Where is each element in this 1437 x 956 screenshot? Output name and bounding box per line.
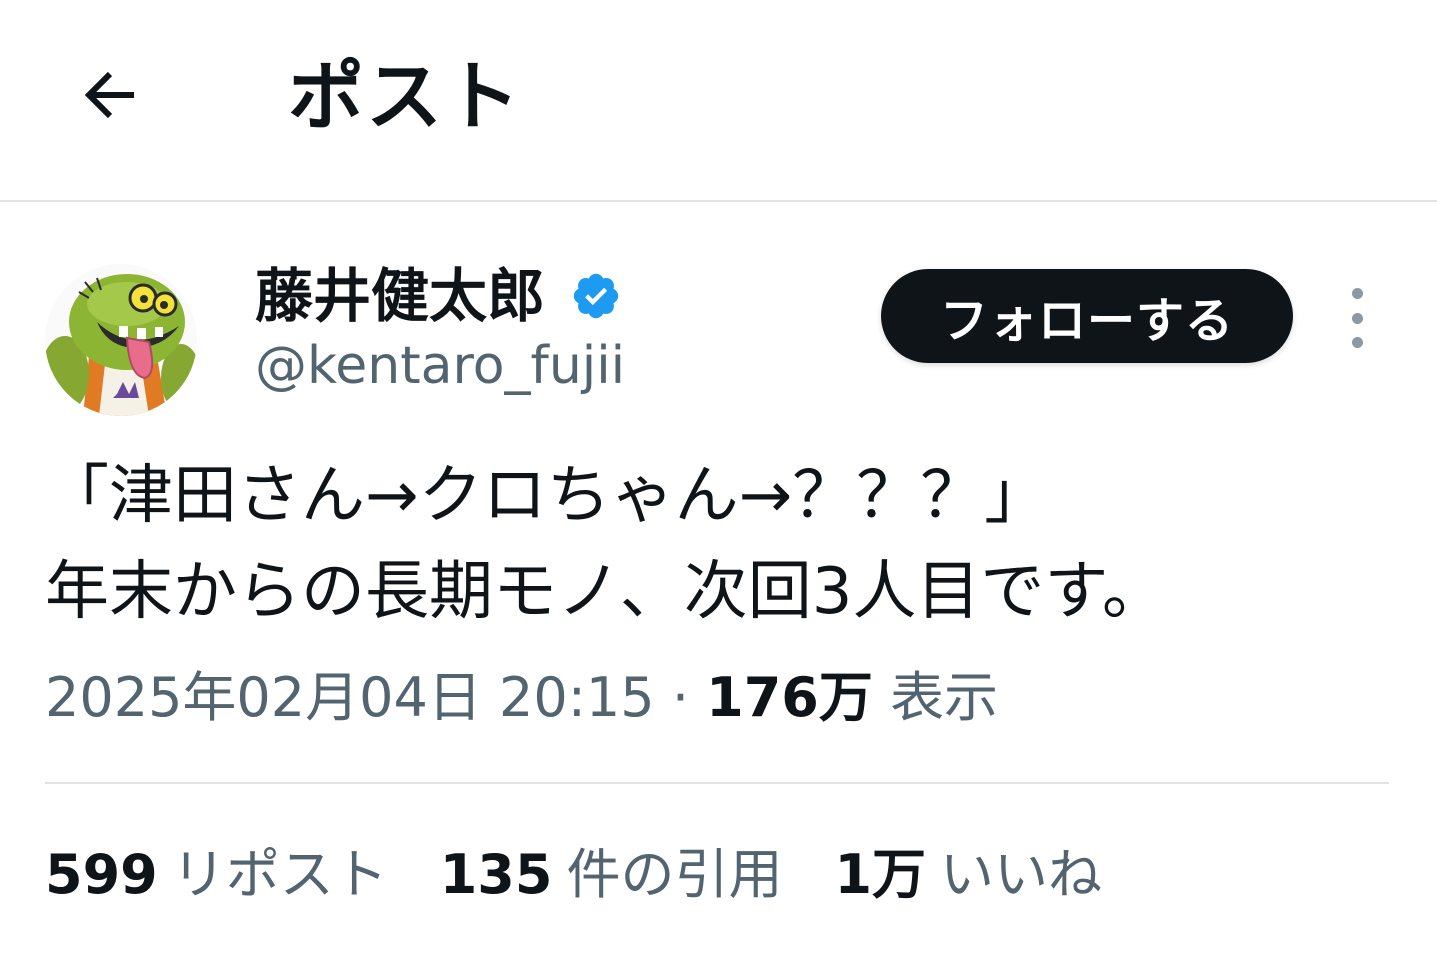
- more-vertical-icon-dot: [1351, 337, 1363, 348]
- quotes-label: 件の引用: [566, 843, 783, 906]
- more-vertical-icon: [1351, 288, 1363, 299]
- follow-button[interactable]: フォローする: [881, 269, 1293, 363]
- more-vertical-icon-dot: [1351, 312, 1363, 324]
- likes-stat[interactable]: 1万 いいね: [834, 840, 1102, 910]
- meta-separator: ·: [671, 666, 689, 729]
- quotes-count: 135: [439, 843, 553, 906]
- views-label: 表示: [890, 666, 999, 729]
- page-title: ポスト: [288, 52, 522, 141]
- reposts-stat[interactable]: 599 リポスト: [45, 840, 388, 910]
- likes-label: いいね: [940, 843, 1103, 906]
- more-options-button[interactable]: [1330, 288, 1384, 348]
- arrow-left-icon: [84, 71, 134, 119]
- post-meta: 2025年02月04日 20:15 · 176万 表示: [45, 662, 998, 734]
- top-bar: ポスト: [0, 0, 1437, 202]
- divider: [45, 782, 1389, 784]
- engagement-stats: 599 リポスト 135 件の引用 1万 いいね: [45, 840, 1154, 910]
- avatar-illustration: [45, 264, 197, 416]
- post-text: 「津田さん→クロちゃん→？？？」 年末からの長期モノ、次回3人目です。: [45, 459, 1167, 629]
- display-name[interactable]: 藤井健太郎: [255, 262, 545, 330]
- post-detail: 藤井健太郎 @kentaro_fujii フォローする 「津田さん→クロちゃん→…: [0, 202, 1437, 956]
- reposts-count: 599: [45, 843, 158, 906]
- views-count: 176万: [706, 666, 873, 729]
- quotes-stat[interactable]: 135 件の引用: [440, 840, 783, 910]
- likes-count: 1万: [834, 843, 927, 906]
- verified-badge-icon: [573, 273, 619, 319]
- post-timestamp[interactable]: 2025年02月04日 20:15: [45, 666, 655, 729]
- user-handle[interactable]: @kentaro_fujii: [255, 334, 625, 398]
- back-button[interactable]: [60, 45, 160, 145]
- reposts-label: リポスト: [171, 843, 388, 906]
- avatar[interactable]: [45, 264, 197, 416]
